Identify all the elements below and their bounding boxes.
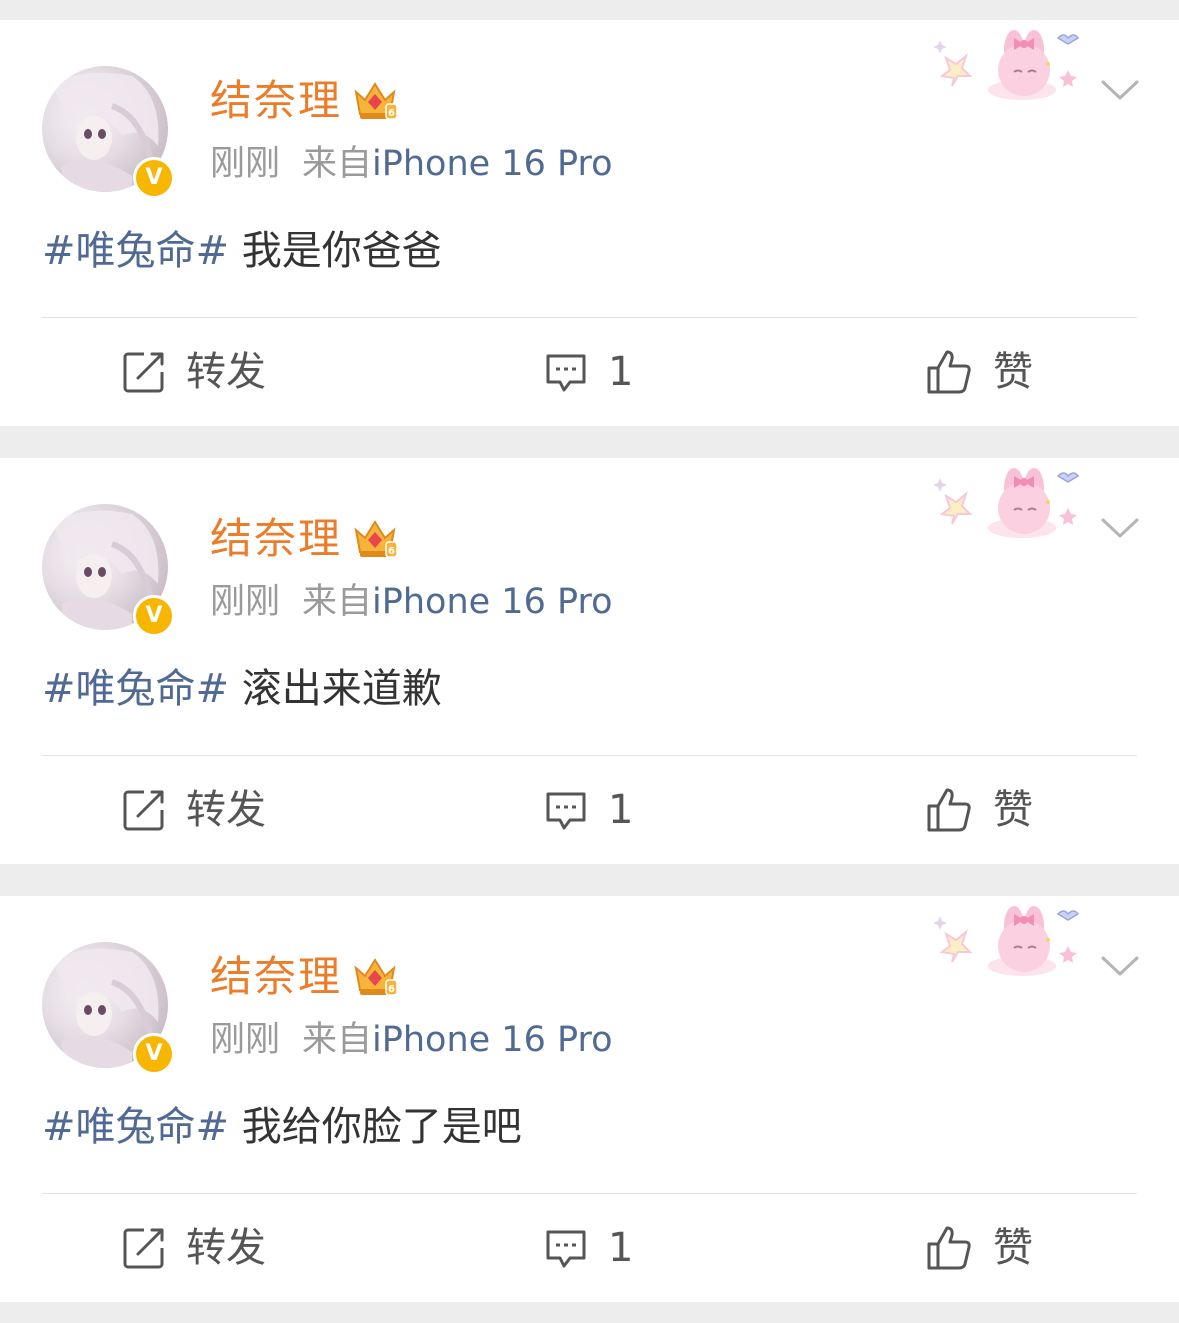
- comment-button[interactable]: 1: [544, 342, 633, 402]
- post-content: 我是你爸爸: [229, 228, 442, 274]
- repost-button[interactable]: 转发: [122, 342, 266, 402]
- comment-button[interactable]: 1: [544, 1218, 633, 1278]
- crown-level-6-icon[interactable]: 6: [352, 954, 398, 998]
- post-meta: 刚刚 来自iPhone 16 Pro: [210, 142, 613, 186]
- post-content: 滚出来道歉: [229, 666, 442, 712]
- user-name[interactable]: 结奈理: [210, 76, 342, 126]
- post-text: #唯兔命# 滚出来道歉: [42, 664, 442, 714]
- avatar[interactable]: V: [42, 504, 175, 637]
- avatar[interactable]: V: [42, 66, 175, 199]
- avatar[interactable]: V: [42, 942, 175, 1075]
- comment-icon: [546, 1230, 586, 1268]
- hashtag-link[interactable]: #唯兔命#: [42, 1104, 229, 1150]
- like-button[interactable]: 赞: [925, 342, 1033, 402]
- divider: [42, 755, 1137, 756]
- repost-label: 转发: [186, 349, 266, 395]
- post-card[interactable]: V 结奈理 6 刚刚 来自iPhone 16 Pro: [0, 896, 1179, 1302]
- post-text: #唯兔命# 我给你脸了是吧: [42, 1102, 522, 1152]
- like-label: 赞: [993, 1225, 1033, 1271]
- crown-level-6-icon[interactable]: 6: [352, 78, 398, 122]
- thumbs-up-icon: [927, 1226, 971, 1270]
- svg-text:6: 6: [388, 984, 395, 995]
- like-button[interactable]: 赞: [925, 780, 1033, 840]
- source-prefix: 来自: [302, 1020, 373, 1060]
- comment-icon: [546, 354, 586, 392]
- bunny-decoration: [934, 906, 1080, 976]
- comment-icon: [546, 792, 586, 830]
- source-prefix: 来自: [302, 582, 373, 622]
- comment-count: 1: [608, 349, 634, 395]
- svg-text:6: 6: [388, 108, 395, 119]
- comment-count: 1: [608, 787, 634, 833]
- post-text: #唯兔命# 我是你爸爸: [42, 226, 442, 276]
- repost-icon: [123, 352, 164, 393]
- svg-text:6: 6: [388, 546, 395, 557]
- repost-icon: [123, 1228, 164, 1269]
- comment-button[interactable]: 1: [544, 780, 633, 840]
- like-button[interactable]: 赞: [925, 1218, 1033, 1278]
- divider: [42, 1193, 1137, 1194]
- repost-button[interactable]: 转发: [122, 780, 266, 840]
- weibo-feed: V 结奈理 6 刚刚 来自iPhone 16 Pro #唯兔命# 我是你爸爸 转…: [0, 0, 1179, 1323]
- source-device[interactable]: iPhone 16 Pro: [372, 1020, 612, 1060]
- verified-badge: V: [133, 157, 175, 199]
- user-name[interactable]: 结奈理: [210, 952, 342, 1002]
- post-time: 刚刚: [210, 1020, 281, 1060]
- post-meta: 刚刚 来自iPhone 16 Pro: [210, 580, 613, 624]
- bunny-decoration: [934, 468, 1080, 538]
- post-time: 刚刚: [210, 144, 281, 184]
- hashtag-link[interactable]: #唯兔命#: [42, 666, 229, 712]
- verified-badge: V: [133, 1033, 175, 1075]
- thumbs-up-icon: [927, 350, 971, 394]
- verified-badge: V: [133, 595, 175, 637]
- source-prefix: 来自: [302, 144, 373, 184]
- source-device[interactable]: iPhone 16 Pro: [372, 144, 612, 184]
- chevron-down-icon[interactable]: [1100, 78, 1140, 102]
- like-label: 赞: [993, 787, 1033, 833]
- repost-label: 转发: [186, 1225, 266, 1271]
- post-content: 我给你脸了是吧: [229, 1104, 522, 1150]
- post-card[interactable]: V 结奈理 6 刚刚 来自iPhone 16 Pro: [0, 20, 1179, 426]
- bunny-decoration: [934, 30, 1080, 100]
- post-card[interactable]: V 结奈理 6 刚刚 来自iPhone 16 Pro: [0, 458, 1179, 864]
- thumbs-up-icon: [927, 788, 971, 832]
- chevron-down-icon[interactable]: [1100, 516, 1140, 540]
- divider: [42, 317, 1137, 318]
- repost-icon: [123, 790, 164, 831]
- source-device[interactable]: iPhone 16 Pro: [372, 582, 612, 622]
- post-meta: 刚刚 来自iPhone 16 Pro: [210, 1018, 613, 1062]
- repost-label: 转发: [186, 787, 266, 833]
- comment-count: 1: [608, 1225, 634, 1271]
- like-label: 赞: [993, 349, 1033, 395]
- repost-button[interactable]: 转发: [122, 1218, 266, 1278]
- crown-level-6-icon[interactable]: 6: [352, 516, 398, 560]
- user-name[interactable]: 结奈理: [210, 514, 342, 564]
- post-time: 刚刚: [210, 582, 281, 622]
- chevron-down-icon[interactable]: [1100, 954, 1140, 978]
- hashtag-link[interactable]: #唯兔命#: [42, 228, 229, 274]
